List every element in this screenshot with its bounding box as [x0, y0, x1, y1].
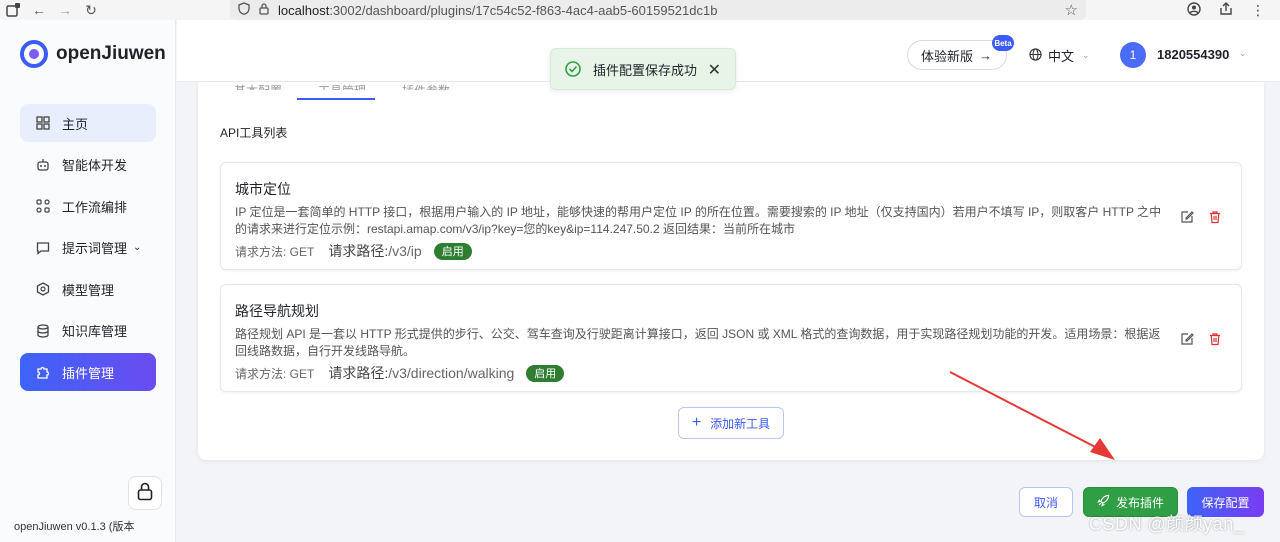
sidebar-item-label: 提示词管理: [62, 241, 128, 256]
language-selector[interactable]: 中文 ⌄: [1029, 46, 1090, 65]
tool-actions: [1167, 331, 1223, 347]
rocket-icon: [1097, 494, 1110, 510]
tool-path: /v3/direction/walking: [388, 365, 515, 381]
tool-description: 路径规划 API 是一套以 HTTP 形式提供的步行、公交、驾车查询及行驶距离计…: [235, 327, 1161, 358]
share-icon[interactable]: [1210, 1, 1242, 19]
sidebar-item-label: 插件管理: [62, 365, 115, 381]
beta-badge: Beta: [992, 35, 1014, 51]
robot-icon: [34, 157, 52, 173]
browser-actions: ⋮: [1178, 0, 1274, 20]
globe-icon: [1029, 47, 1042, 64]
account-icon[interactable]: [1178, 1, 1210, 19]
username[interactable]: 1820554390: [1157, 47, 1229, 62]
active-tab-indicator: [297, 98, 375, 100]
chevron-down-icon: ⌄: [1082, 50, 1090, 60]
sidebar-item-label: 模型管理: [62, 282, 115, 298]
chat-icon: [34, 240, 52, 256]
delete-icon[interactable]: [1207, 209, 1223, 225]
sidebar-item-label: 智能体开发: [62, 158, 128, 173]
lock-sidebar-button[interactable]: [128, 476, 162, 510]
tab-basic-config[interactable]: 基本配置: [234, 82, 282, 90]
check-circle-icon: [565, 61, 581, 77]
bookmark-star-icon[interactable]: ☆: [1065, 1, 1078, 19]
model-icon: [34, 281, 52, 297]
arrow-right-icon: →: [979, 47, 993, 63]
sidebar-item-home[interactable]: 主页: [20, 104, 156, 142]
section-title: API工具列表: [220, 126, 288, 140]
sidebar: openJiuwen 主页 智能体开发 工作流编排 提示词管理 ⌄ 模型管理 知…: [0, 20, 176, 542]
add-tool-label: 添加新工具: [710, 416, 771, 431]
annotation-arrow: [949, 371, 1115, 460]
address-bar[interactable]: localhost:3002/dashboard/plugins/17c54c5…: [230, 0, 1086, 20]
tool-description: IP 定位是一套简单的 HTTP 接口，根据用户输入的 IP 地址，能够快速的帮…: [235, 205, 1162, 236]
sidebar-item-knowledge[interactable]: 知识库管理: [20, 312, 156, 350]
status-badge: 启用: [526, 364, 565, 382]
tool-name: 路径导航规划: [235, 303, 319, 319]
tool-path-label: 请求路径:: [328, 365, 389, 381]
sidebar-item-label: 主页: [62, 116, 89, 132]
tab-plugin-params[interactable]: 插件参数: [402, 82, 450, 90]
version-text: openJiuwen v0.1.3 (版本: [14, 521, 135, 533]
logo-icon: [20, 40, 48, 68]
sidebar-item-agent-dev[interactable]: 智能体开发: [20, 146, 156, 184]
tool-card: 城市定位 IP 定位是一套简单的 HTTP 接口，根据用户输入的 IP 地址，能…: [220, 162, 1242, 270]
close-icon[interactable]: ✕: [708, 60, 721, 80]
tool-method: 请求方法: GET: [235, 366, 315, 381]
tab-overview-icon[interactable]: [0, 0, 26, 20]
workflow-icon: [34, 198, 52, 214]
lock-icon: [136, 481, 154, 506]
back-icon[interactable]: ←: [26, 0, 52, 20]
success-toast: 插件配置保存成功 ✕: [550, 48, 736, 90]
sidebar-item-label: 工作流编排: [62, 199, 128, 215]
plugin-icon: [34, 364, 52, 380]
beta-button-label: 体验新版: [921, 48, 974, 64]
tool-path: /v3/ip: [388, 243, 422, 259]
plus-icon: +: [691, 414, 702, 431]
lock-icon: [258, 2, 278, 18]
sidebar-item-label: 知识库管理: [62, 324, 128, 339]
language-label: 中文: [1048, 49, 1075, 64]
sidebar-item-models[interactable]: 模型管理: [20, 270, 156, 308]
cancel-button[interactable]: 取消: [1019, 487, 1073, 517]
delete-icon[interactable]: [1207, 331, 1223, 347]
forward-icon[interactable]: →: [52, 0, 78, 20]
url-path: :3002/dashboard/plugins/17c54c52-f863-4a…: [329, 2, 718, 18]
logo[interactable]: openJiuwen: [20, 40, 166, 68]
grid-icon: [34, 115, 52, 131]
shield-icon: [238, 2, 258, 18]
url-host: localhost: [278, 2, 330, 18]
edit-icon[interactable]: [1179, 331, 1195, 347]
chevron-down-icon: ⌄: [133, 242, 142, 253]
tool-name: 城市定位: [235, 181, 291, 197]
tool-meta: 请求方法: GET 请求路径: /v3/ip 启用: [235, 241, 1171, 261]
toast-message: 插件配置保存成功: [593, 62, 698, 78]
tool-path-label: 请求路径:: [328, 243, 389, 259]
watermark: CSDN @颜颜yan_: [1089, 514, 1245, 534]
tool-method: 请求方法: GET: [235, 244, 315, 259]
sidebar-item-plugins[interactable]: 插件管理: [20, 353, 156, 391]
status-badge: 启用: [433, 242, 472, 260]
chevron-down-icon[interactable]: ⌄: [1239, 48, 1247, 59]
sidebar-item-workflow[interactable]: 工作流编排: [20, 187, 156, 225]
tab-tool-management[interactable]: 工具管理: [318, 82, 366, 90]
tool-actions: [1167, 209, 1223, 225]
avatar[interactable]: 1: [1120, 42, 1146, 68]
sidebar-item-prompts[interactable]: 提示词管理 ⌄: [20, 229, 156, 267]
logo-text: openJiuwen: [56, 43, 166, 64]
reload-icon[interactable]: ↻: [78, 0, 104, 20]
menu-dots-icon[interactable]: ⋮: [1242, 2, 1274, 19]
publish-label: 发布插件: [1115, 495, 1164, 510]
edit-icon[interactable]: [1179, 209, 1195, 225]
add-tool-button[interactable]: + 添加新工具: [678, 407, 784, 439]
sidebar-nav: 主页 智能体开发 工作流编排 提示词管理 ⌄ 模型管理 知识库管理 插件管理: [20, 104, 156, 395]
database-icon: [34, 323, 52, 339]
